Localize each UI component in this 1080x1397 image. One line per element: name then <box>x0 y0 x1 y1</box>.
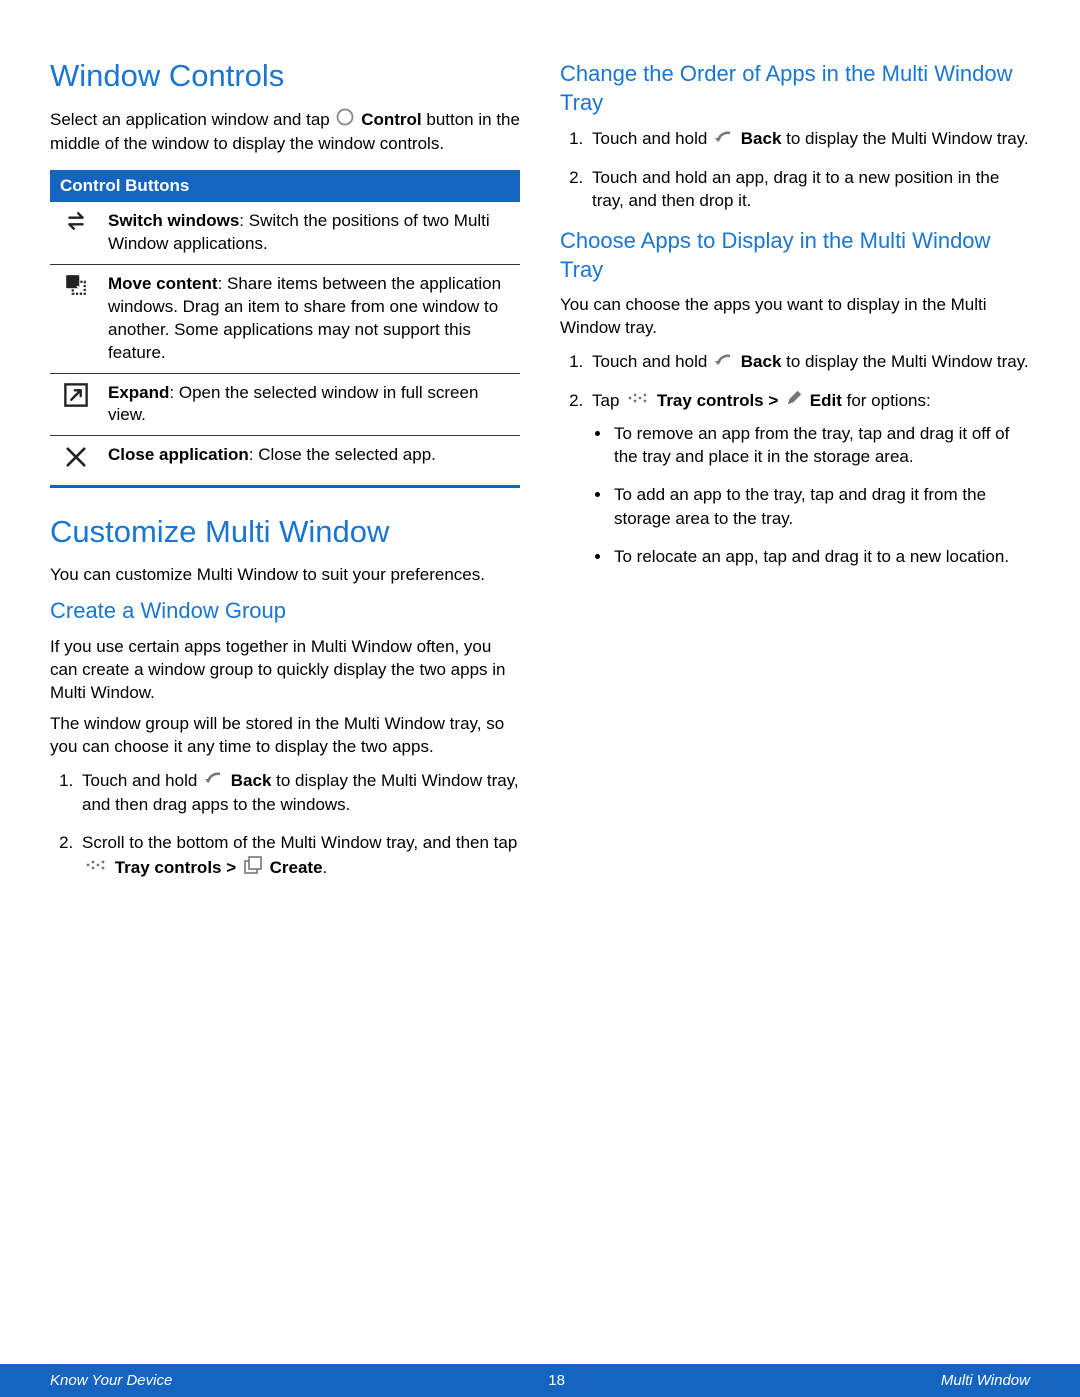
move-content-icon <box>63 282 89 301</box>
back-label: Back <box>741 129 782 148</box>
choose-apps-sublist: To remove an app from the tray, tap and … <box>592 422 1030 569</box>
tray-controls-icon <box>626 389 650 413</box>
create-group-steps: Touch and hold Back to display the Multi… <box>50 769 520 882</box>
edit-icon <box>785 389 803 414</box>
close-icon <box>63 455 89 474</box>
text: for options: <box>847 391 931 410</box>
list-item: To add an app to the tray, tap and drag … <box>612 483 1030 531</box>
table-row: Close application: Close the selected ap… <box>50 436 520 487</box>
text: Scroll to the bottom of the Multi Window… <box>82 833 517 852</box>
window-controls-intro: Select an application window and tap Con… <box>50 108 520 156</box>
control-icon <box>336 108 354 133</box>
list-item: Touch and hold an app, drag it to a new … <box>588 166 1030 214</box>
list-item: Touch and hold Back to display the Multi… <box>588 127 1030 151</box>
tray-controls-label: Tray controls > <box>115 857 241 876</box>
heading-customize: Customize Multi Window <box>50 514 520 550</box>
text: Touch and hold <box>82 771 202 790</box>
back-icon <box>714 351 734 375</box>
left-column: Window Controls Select an application wi… <box>50 50 520 1364</box>
row-title: Move content <box>108 274 218 293</box>
back-icon <box>204 769 224 793</box>
control-label: Control <box>361 110 421 129</box>
row-title: Switch windows <box>108 211 239 230</box>
back-label: Back <box>741 352 782 371</box>
create-label: Create <box>270 857 323 876</box>
list-item: Touch and hold Back to display the Multi… <box>78 769 520 817</box>
text: to display the Multi Window tray. <box>786 352 1029 371</box>
heading-change-order: Change the Order of Apps in the Multi Wi… <box>560 60 1030 117</box>
row-text: : Close the selected app. <box>249 445 436 464</box>
heading-create-group: Create a Window Group <box>50 597 520 626</box>
right-column: Change the Order of Apps in the Multi Wi… <box>560 50 1030 1364</box>
text: Touch and hold <box>592 352 712 371</box>
table-row: Move content: Share items between the ap… <box>50 264 520 373</box>
customize-intro: You can customize Multi Window to suit y… <box>50 564 520 587</box>
back-icon <box>714 128 734 152</box>
table-row: Expand: Open the selected window in full… <box>50 373 520 436</box>
create-group-p1: If you use certain apps together in Mult… <box>50 636 520 705</box>
back-label: Back <box>231 771 272 790</box>
row-title: Close application <box>108 445 249 464</box>
footer-page-number: 18 <box>548 1372 565 1389</box>
text: Tap <box>592 391 624 410</box>
page-footer: Know Your Device 18 Multi Window <box>0 1364 1080 1397</box>
list-item: To remove an app from the tray, tap and … <box>612 422 1030 470</box>
switch-windows-icon <box>63 217 89 236</box>
choose-apps-steps: Touch and hold Back to display the Multi… <box>560 350 1030 568</box>
create-icon <box>243 855 263 882</box>
expand-icon <box>63 393 89 412</box>
list-item: Tap Tray controls > Edit for options: To… <box>588 389 1030 569</box>
control-buttons-header: Control Buttons <box>50 170 520 202</box>
footer-left: Know Your Device <box>50 1372 172 1389</box>
change-order-steps: Touch and hold Back to display the Multi… <box>560 127 1030 213</box>
text: Touch and hold <box>592 129 712 148</box>
edit-label: Edit <box>810 391 842 410</box>
text: . <box>323 857 328 876</box>
choose-apps-intro: You can choose the apps you want to disp… <box>560 294 1030 340</box>
heading-choose-apps: Choose Apps to Display in the Multi Wind… <box>560 227 1030 284</box>
table-row: Switch windows: Switch the positions of … <box>50 202 520 264</box>
row-title: Expand <box>108 383 169 402</box>
text: to display the Multi Window tray. <box>786 129 1029 148</box>
footer-right: Multi Window <box>941 1372 1030 1389</box>
list-item: Scroll to the bottom of the Multi Window… <box>78 831 520 882</box>
text: Select an application window and tap <box>50 110 334 129</box>
create-group-p2: The window group will be stored in the M… <box>50 713 520 759</box>
tray-controls-icon <box>84 856 108 880</box>
list-item: Touch and hold Back to display the Multi… <box>588 350 1030 374</box>
tray-controls-label: Tray controls > <box>657 391 783 410</box>
heading-window-controls: Window Controls <box>50 58 520 94</box>
control-buttons-table: Switch windows: Switch the positions of … <box>50 202 520 488</box>
list-item: To relocate an app, tap and drag it to a… <box>612 545 1030 569</box>
